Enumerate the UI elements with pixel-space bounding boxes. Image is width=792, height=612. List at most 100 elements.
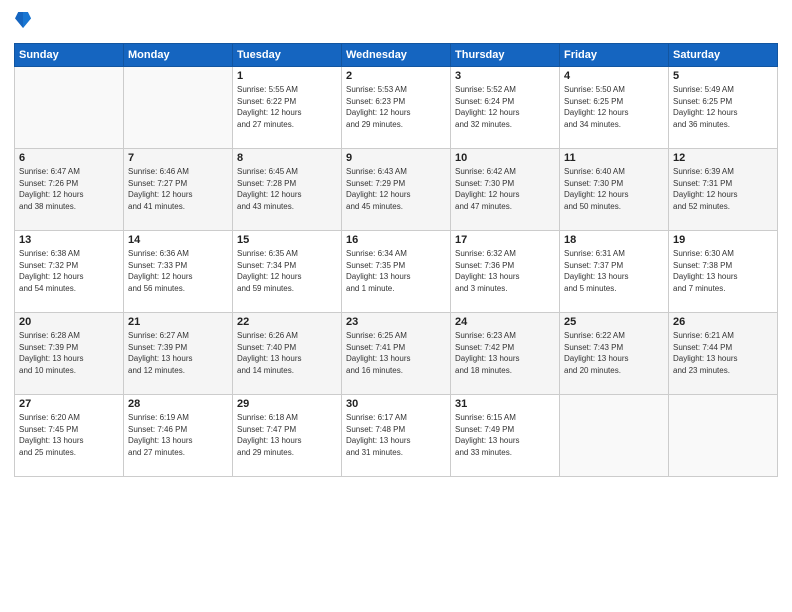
day-number: 23 (346, 316, 446, 328)
day-number: 3 (455, 70, 555, 82)
day-info: Sunrise: 6:20 AM Sunset: 7:45 PM Dayligh… (19, 412, 119, 458)
day-info: Sunrise: 6:43 AM Sunset: 7:29 PM Dayligh… (346, 166, 446, 212)
calendar-cell: 11 Sunrise: 6:40 AM Sunset: 7:30 PM Dayli… (560, 149, 669, 231)
calendar-cell: 13Sunrise: 6:38 AM Sunset: 7:32 PM Dayli… (15, 231, 124, 313)
day-number: 2 (346, 70, 446, 82)
day-info: Sunrise: 5:50 AM Sunset: 6:25 PM Dayligh… (564, 84, 664, 130)
calendar-week-row: 13Sunrise: 6:38 AM Sunset: 7:32 PM Dayli… (15, 231, 778, 313)
calendar-cell: 7 Sunrise: 6:46 AM Sunset: 7:27 PM Daylig… (124, 149, 233, 231)
day-number: 8 (237, 152, 337, 164)
calendar-cell (15, 67, 124, 149)
calendar-cell: 28 Sunrise: 6:19 AM Sunset: 7:46 PM Dayli… (124, 395, 233, 477)
day-info: Sunrise: 6:32 AM Sunset: 7:36 PM Dayligh… (455, 248, 555, 294)
day-number: 18 (564, 234, 664, 246)
day-number: 1 (237, 70, 337, 82)
calendar-week-row: 27 Sunrise: 6:20 AM Sunset: 7:45 PM Dayli… (15, 395, 778, 477)
day-number: 7 (128, 152, 228, 164)
calendar-cell: 31Sunrise: 6:15 AM Sunset: 7:49 PM Dayli… (451, 395, 560, 477)
day-number: 24 (455, 316, 555, 328)
day-info: Sunrise: 6:19 AM Sunset: 7:46 PM Dayligh… (128, 412, 228, 458)
day-info: Sunrise: 6:26 AM Sunset: 7:40 PM Dayligh… (237, 330, 337, 376)
day-number: 21 (128, 316, 228, 328)
day-info: Sunrise: 6:34 AM Sunset: 7:35 PM Dayligh… (346, 248, 446, 294)
day-info: Sunrise: 6:35 AM Sunset: 7:34 PM Dayligh… (237, 248, 337, 294)
day-number: 22 (237, 316, 337, 328)
calendar-cell: 9Sunrise: 6:43 AM Sunset: 7:29 PM Daylig… (342, 149, 451, 231)
page: SundayMondayTuesdayWednesdayThursdayFrid… (0, 0, 792, 612)
calendar-cell (560, 395, 669, 477)
calendar-cell: 29 Sunrise: 6:18 AM Sunset: 7:47 PM Dayli… (233, 395, 342, 477)
day-info: Sunrise: 6:38 AM Sunset: 7:32 PM Dayligh… (19, 248, 119, 294)
calendar-cell: 4 Sunrise: 5:50 AM Sunset: 6:25 PM Daylig… (560, 67, 669, 149)
weekday-header: Wednesday (342, 44, 451, 67)
calendar-cell: 30 Sunrise: 6:17 AM Sunset: 7:48 PM Dayli… (342, 395, 451, 477)
calendar-cell: 3 Sunrise: 5:52 AM Sunset: 6:24 PM Daylig… (451, 67, 560, 149)
day-info: Sunrise: 6:42 AM Sunset: 7:30 PM Dayligh… (455, 166, 555, 212)
calendar-cell: 14 Sunrise: 6:36 AM Sunset: 7:33 PM Dayli… (124, 231, 233, 313)
day-number: 4 (564, 70, 664, 82)
calendar-cell: 21 Sunrise: 6:27 AM Sunset: 7:39 PM Dayli… (124, 313, 233, 395)
calendar-week-row: 20Sunrise: 6:28 AM Sunset: 7:39 PM Dayli… (15, 313, 778, 395)
day-number: 6 (19, 152, 119, 164)
day-info: Sunrise: 5:55 AM Sunset: 6:22 PM Dayligh… (237, 84, 337, 130)
day-number: 31 (455, 398, 555, 410)
day-number: 26 (673, 316, 773, 328)
day-number: 5 (673, 70, 773, 82)
day-number: 25 (564, 316, 664, 328)
day-number: 14 (128, 234, 228, 246)
day-number: 27 (19, 398, 119, 410)
day-number: 19 (673, 234, 773, 246)
calendar-cell: 12 Sunrise: 6:39 AM Sunset: 7:31 PM Dayli… (669, 149, 778, 231)
calendar-week-row: 6 Sunrise: 6:47 AM Sunset: 7:26 PM Daylig… (15, 149, 778, 231)
day-info: Sunrise: 6:45 AM Sunset: 7:28 PM Dayligh… (237, 166, 337, 212)
day-info: Sunrise: 5:49 AM Sunset: 6:25 PM Dayligh… (673, 84, 773, 130)
calendar-cell: 1 Sunrise: 5:55 AM Sunset: 6:22 PM Daylig… (233, 67, 342, 149)
day-info: Sunrise: 6:25 AM Sunset: 7:41 PM Dayligh… (346, 330, 446, 376)
weekday-header: Tuesday (233, 44, 342, 67)
day-info: Sunrise: 5:53 AM Sunset: 6:23 PM Dayligh… (346, 84, 446, 130)
calendar-cell: 15 Sunrise: 6:35 AM Sunset: 7:34 PM Dayli… (233, 231, 342, 313)
weekday-header: Monday (124, 44, 233, 67)
weekday-header: Sunday (15, 44, 124, 67)
day-info: Sunrise: 6:17 AM Sunset: 7:48 PM Dayligh… (346, 412, 446, 458)
calendar-cell: 23 Sunrise: 6:25 AM Sunset: 7:41 PM Dayli… (342, 313, 451, 395)
calendar-cell: 5 Sunrise: 5:49 AM Sunset: 6:25 PM Daylig… (669, 67, 778, 149)
day-info: Sunrise: 6:46 AM Sunset: 7:27 PM Dayligh… (128, 166, 228, 212)
calendar-cell: 20Sunrise: 6:28 AM Sunset: 7:39 PM Dayli… (15, 313, 124, 395)
day-number: 28 (128, 398, 228, 410)
day-number: 17 (455, 234, 555, 246)
day-number: 10 (455, 152, 555, 164)
day-number: 30 (346, 398, 446, 410)
day-info: Sunrise: 6:30 AM Sunset: 7:38 PM Dayligh… (673, 248, 773, 294)
calendar-cell: 22 Sunrise: 6:26 AM Sunset: 7:40 PM Dayli… (233, 313, 342, 395)
calendar-cell: 8 Sunrise: 6:45 AM Sunset: 7:28 PM Daylig… (233, 149, 342, 231)
calendar-cell: 6 Sunrise: 6:47 AM Sunset: 7:26 PM Daylig… (15, 149, 124, 231)
calendar-cell (124, 67, 233, 149)
calendar-cell: 17 Sunrise: 6:32 AM Sunset: 7:36 PM Dayli… (451, 231, 560, 313)
day-info: Sunrise: 6:27 AM Sunset: 7:39 PM Dayligh… (128, 330, 228, 376)
calendar-cell: 10 Sunrise: 6:42 AM Sunset: 7:30 PM Dayli… (451, 149, 560, 231)
day-info: Sunrise: 6:36 AM Sunset: 7:33 PM Dayligh… (128, 248, 228, 294)
day-number: 29 (237, 398, 337, 410)
weekday-header: Thursday (451, 44, 560, 67)
day-number: 16 (346, 234, 446, 246)
day-info: Sunrise: 6:31 AM Sunset: 7:37 PM Dayligh… (564, 248, 664, 294)
day-number: 12 (673, 152, 773, 164)
logo-icon (15, 10, 31, 30)
calendar-cell: 2 Sunrise: 5:53 AM Sunset: 6:23 PM Daylig… (342, 67, 451, 149)
day-info: Sunrise: 6:39 AM Sunset: 7:31 PM Dayligh… (673, 166, 773, 212)
calendar-cell: 25 Sunrise: 6:22 AM Sunset: 7:43 PM Dayli… (560, 313, 669, 395)
header-row: SundayMondayTuesdayWednesdayThursdayFrid… (15, 44, 778, 67)
day-info: Sunrise: 6:47 AM Sunset: 7:26 PM Dayligh… (19, 166, 119, 212)
day-info: Sunrise: 6:40 AM Sunset: 7:30 PM Dayligh… (564, 166, 664, 212)
day-info: Sunrise: 5:52 AM Sunset: 6:24 PM Dayligh… (455, 84, 555, 130)
calendar-cell (669, 395, 778, 477)
calendar-cell: 26 Sunrise: 6:21 AM Sunset: 7:44 PM Dayli… (669, 313, 778, 395)
day-number: 11 (564, 152, 664, 164)
weekday-header: Saturday (669, 44, 778, 67)
day-info: Sunrise: 6:22 AM Sunset: 7:43 PM Dayligh… (564, 330, 664, 376)
day-info: Sunrise: 6:18 AM Sunset: 7:47 PM Dayligh… (237, 412, 337, 458)
day-info: Sunrise: 6:21 AM Sunset: 7:44 PM Dayligh… (673, 330, 773, 376)
day-number: 15 (237, 234, 337, 246)
day-info: Sunrise: 6:28 AM Sunset: 7:39 PM Dayligh… (19, 330, 119, 376)
